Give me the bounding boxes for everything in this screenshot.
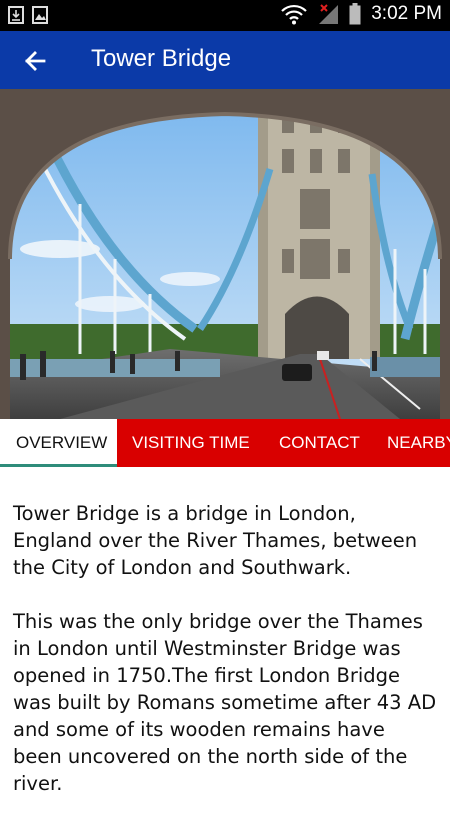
status-bar: 3:02 PM xyxy=(0,0,450,31)
hero-image-carousel[interactable] xyxy=(0,89,450,419)
signal-icon xyxy=(319,4,339,24)
tower-bridge-image xyxy=(0,89,450,419)
arrow-back-icon xyxy=(25,51,46,71)
clock: 3:02 PM xyxy=(371,3,442,24)
tab-contact[interactable]: CONTACT xyxy=(265,419,374,467)
system-icons: 3:02 PM xyxy=(281,3,442,25)
page-title: Tower Bridge xyxy=(91,45,232,72)
overview-paragraph: This was the only bridge over the Thames… xyxy=(13,610,437,795)
overview-paragraph: Tower Bridge is a bridge in London, Engl… xyxy=(13,502,418,579)
wifi-icon xyxy=(281,4,308,25)
tab-nearby[interactable]: NEARBY xyxy=(373,419,450,467)
battery-icon xyxy=(349,3,361,25)
tab-overview[interactable]: OVERVIEW xyxy=(0,419,117,467)
tab-bar: OVERVIEW VISITING TIME CONTACT NEARBY xyxy=(0,419,450,467)
download-icon xyxy=(8,6,24,24)
back-button[interactable] xyxy=(20,45,52,77)
notification-icons xyxy=(8,6,48,24)
tab-visiting-time[interactable]: VISITING TIME xyxy=(118,419,264,467)
app-bar: Tower Bridge xyxy=(0,31,450,89)
image-icon xyxy=(32,6,48,24)
overview-content: Tower Bridge is a bridge in London, Engl… xyxy=(13,500,438,824)
